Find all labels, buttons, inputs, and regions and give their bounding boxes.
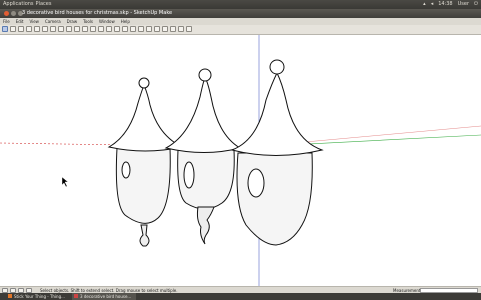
applications-menu[interactable]: Applications [3, 0, 34, 9]
birdhouse-middle [164, 68, 242, 245]
eraser-icon[interactable] [10, 26, 16, 32]
text-icon[interactable] [122, 26, 128, 32]
zoom-icon[interactable] [154, 26, 160, 32]
protractor-icon[interactable] [114, 26, 120, 32]
menu-help[interactable]: Help [121, 18, 130, 25]
model-drawing [0, 35, 481, 286]
close-window-button[interactable] [4, 11, 9, 16]
window-title: 3 decorative bird houses for christmas.s… [22, 10, 173, 16]
push-pull-icon[interactable] [58, 26, 64, 32]
menu-edit[interactable]: Edit [16, 18, 24, 25]
browser-icon [8, 294, 12, 298]
status-bar: Select objects. Shift to extend select. … [0, 286, 481, 293]
menu-bar: File Edit View Camera Draw Tools Window … [0, 18, 481, 25]
network-icon[interactable]: ▴ [423, 0, 426, 9]
zoom-extents-icon[interactable] [162, 26, 168, 32]
system-top-panel: Applications Places ▴ ◂ 14:38 User ⏻ [0, 0, 481, 9]
axes-icon[interactable] [130, 26, 136, 32]
taskbar-item-sketchup[interactable]: 3 decorative bird house... [72, 293, 136, 300]
taskbar-item-browser[interactable]: Stick Your Thing - Thing... [6, 293, 70, 300]
circle-icon[interactable] [42, 26, 48, 32]
window-titlebar[interactable]: 3 decorative bird houses for christmas.s… [0, 9, 481, 18]
menu-draw[interactable]: Draw [67, 18, 77, 25]
orbit-icon[interactable] [138, 26, 144, 32]
mouse-cursor-icon [61, 176, 69, 188]
menu-tools[interactable]: Tools [83, 18, 93, 25]
sketchup-icon [74, 294, 78, 298]
rotate-icon[interactable] [74, 26, 80, 32]
menu-camera[interactable]: Camera [45, 18, 61, 25]
extension-icon[interactable] [178, 26, 184, 32]
volume-icon[interactable]: ◂ [431, 0, 434, 9]
user-menu[interactable]: User [458, 0, 469, 9]
warehouse-icon[interactable] [170, 26, 176, 32]
arc-icon[interactable] [26, 26, 32, 32]
taskbar: Stick Your Thing - Thing... 3 decorative… [0, 293, 481, 300]
menu-file[interactable]: File [3, 18, 10, 25]
clock[interactable]: 14:38 [438, 0, 452, 9]
rectangle-icon[interactable] [34, 26, 40, 32]
menu-window[interactable]: Window [99, 18, 115, 25]
polygon-icon[interactable] [50, 26, 56, 32]
main-toolbar [0, 25, 481, 35]
places-menu[interactable]: Places [36, 0, 52, 9]
birdhouse-left [107, 77, 184, 247]
minimize-window-button[interactable] [11, 11, 16, 16]
layout-icon[interactable] [186, 26, 192, 32]
scale-icon[interactable] [82, 26, 88, 32]
offset-icon[interactable] [90, 26, 96, 32]
pencil-icon[interactable] [18, 26, 24, 32]
power-icon[interactable]: ⏻ [474, 0, 478, 9]
birdhouse-right [230, 59, 324, 246]
menu-view[interactable]: View [29, 18, 39, 25]
pan-icon[interactable] [146, 26, 152, 32]
tape-measure-icon[interactable] [98, 26, 104, 32]
move-icon[interactable] [66, 26, 72, 32]
dimension-icon[interactable] [106, 26, 112, 32]
select-icon[interactable] [2, 26, 8, 32]
model-viewport[interactable] [0, 35, 481, 286]
